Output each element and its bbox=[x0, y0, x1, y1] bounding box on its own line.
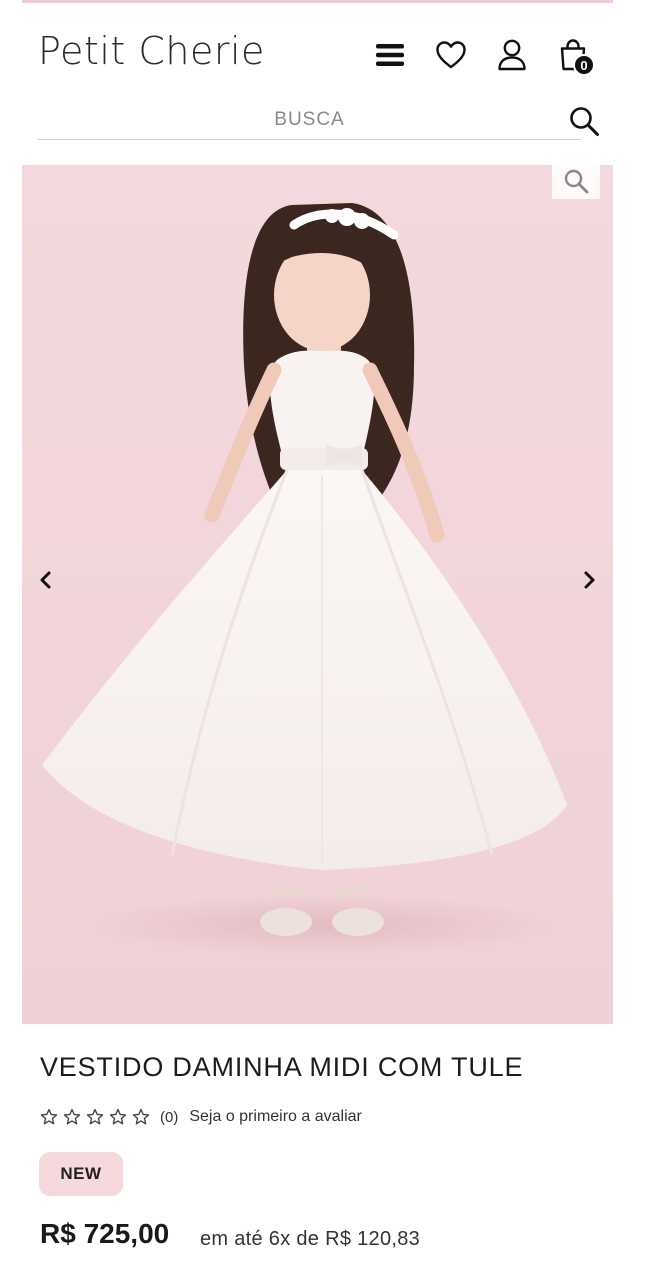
product-image-gallery[interactable] bbox=[22, 165, 613, 1024]
heart-icon bbox=[436, 41, 466, 69]
star-outline-icon bbox=[132, 1108, 150, 1125]
search-bar bbox=[38, 100, 606, 142]
cart-count-badge: 0 bbox=[573, 54, 595, 76]
brand-logo[interactable]: Petit Cherie bbox=[38, 29, 265, 73]
installment-info: em até 6x de R$ 120,83 bbox=[200, 1228, 421, 1250]
star-outline-icon bbox=[40, 1108, 58, 1125]
product-photo bbox=[42, 203, 567, 955]
new-badge: NEW bbox=[39, 1152, 123, 1196]
star-outline-icon bbox=[63, 1108, 81, 1125]
star-outline-icon bbox=[109, 1108, 127, 1125]
chevron-left-icon bbox=[40, 571, 51, 589]
search-button[interactable] bbox=[568, 105, 600, 137]
chevron-right-icon bbox=[584, 571, 595, 589]
wishlist-button[interactable] bbox=[433, 37, 469, 73]
search-input[interactable] bbox=[38, 100, 581, 140]
site-header: Petit Cherie 0 bbox=[0, 3, 645, 163]
zoom-button[interactable] bbox=[552, 165, 600, 199]
product-price: R$ 725,00 bbox=[40, 1218, 170, 1249]
write-review-link[interactable]: Seja o primeiro a avaliar bbox=[189, 1108, 362, 1126]
zoom-icon bbox=[564, 169, 589, 194]
product-title: VESTIDO DAMINHA MIDI COM TULE bbox=[40, 1052, 524, 1082]
account-button[interactable] bbox=[494, 37, 530, 73]
gallery-next-button[interactable] bbox=[575, 565, 605, 595]
gallery-prev-button[interactable] bbox=[30, 565, 60, 595]
rating-stars[interactable] bbox=[40, 1108, 150, 1126]
cart-button[interactable]: 0 bbox=[555, 37, 595, 76]
star-outline-icon bbox=[86, 1108, 104, 1125]
hamburger-menu-icon bbox=[376, 44, 404, 66]
review-count: (0) bbox=[160, 1108, 179, 1126]
menu-button[interactable] bbox=[372, 37, 408, 73]
product-rating: (0) Seja o primeiro a avaliar bbox=[40, 1106, 362, 1128]
user-icon bbox=[498, 39, 526, 71]
search-icon bbox=[570, 107, 599, 136]
